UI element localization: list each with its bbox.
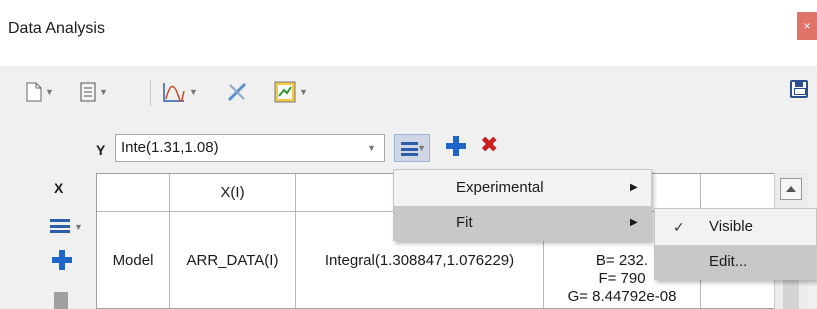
menu-item-label: Fit <box>456 214 473 231</box>
add-icon[interactable] <box>446 136 466 156</box>
menu-item-experimental[interactable]: Experimental ▶ <box>394 171 651 205</box>
window-title: Data Analysis <box>8 20 105 37</box>
new-document-icon <box>26 82 42 102</box>
chevron-down-icon: ▼ <box>45 87 54 97</box>
chevron-down-icon: ▼ <box>367 143 376 153</box>
chevron-right-icon: ▶ <box>630 182 638 193</box>
cell-x-value[interactable]: ARR_DATA(I) <box>170 212 296 308</box>
chart-icon <box>274 81 296 103</box>
x-label: X <box>54 180 64 196</box>
scroll-up-icon[interactable] <box>780 178 802 200</box>
fit-submenu: ✓ Visible Edit... <box>654 208 817 280</box>
tools-button[interactable] <box>226 80 248 104</box>
list-menu-button[interactable]: ▼ <box>394 134 430 162</box>
chevron-down-icon: ▼ <box>74 222 83 232</box>
title-bar: Data Analysis × <box>0 0 817 66</box>
submenu-item-edit[interactable]: Edit... <box>655 245 817 279</box>
param-g: G= 8.44792e-08 <box>567 288 677 305</box>
y-select[interactable]: Inte(1.31,1.08) ▼ <box>115 134 385 162</box>
toolbar-divider <box>150 80 151 106</box>
list-icon <box>401 142 418 156</box>
save-icon[interactable] <box>790 80 808 98</box>
row-header-model[interactable]: Model <box>97 212 170 308</box>
column-header-x[interactable]: X(I) <box>170 174 296 212</box>
y-select-value: Inte(1.31,1.08) <box>121 139 219 156</box>
chevron-down-icon: ▼ <box>299 87 308 97</box>
template-button[interactable]: ▼ <box>80 80 108 104</box>
chevron-down-icon: ▼ <box>189 87 198 97</box>
new-document-button[interactable]: ▼ <box>26 80 54 104</box>
submenu-item-label: Visible <box>709 218 753 235</box>
menu-item-fit[interactable]: Fit ▶ <box>394 206 651 240</box>
checkmark-icon: ✓ <box>673 219 685 235</box>
y-label: Y <box>96 142 106 158</box>
context-menu: Experimental ▶ Fit ▶ <box>393 169 652 241</box>
curve-fit-button[interactable]: ▼ <box>162 80 198 104</box>
menu-item-label: Experimental <box>456 179 544 196</box>
column-header-extra[interactable] <box>701 174 775 212</box>
submenu-item-visible[interactable]: ✓ Visible <box>655 210 817 244</box>
add-icon[interactable] <box>52 250 72 270</box>
chart-button[interactable]: ▼ <box>274 80 308 104</box>
header-corner <box>97 174 170 212</box>
chevron-right-icon: ▶ <box>630 217 638 228</box>
close-button[interactable]: × <box>797 12 817 40</box>
template-icon <box>80 82 96 102</box>
tools-icon <box>227 82 247 102</box>
chevron-down-icon: ▼ <box>99 87 108 97</box>
curve-fit-icon <box>163 83 185 102</box>
chevron-down-icon: ▼ <box>417 143 426 153</box>
toolbar: ▼ ▼ ▼ ▼ <box>0 66 817 116</box>
delete-icon[interactable]: ✖ <box>480 132 498 158</box>
submenu-item-label: Edit... <box>709 253 748 270</box>
delete-icon[interactable] <box>54 292 68 309</box>
list-icon[interactable] <box>50 219 70 233</box>
